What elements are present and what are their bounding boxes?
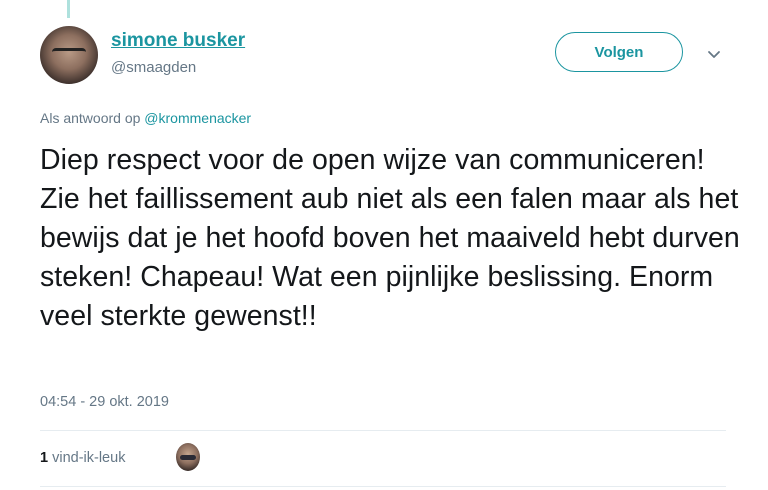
- divider: [40, 430, 726, 431]
- author-avatar[interactable]: [40, 26, 98, 84]
- thread-connector-line: [67, 0, 70, 18]
- likes-count[interactable]: 1 vind-ik-leuk: [40, 450, 125, 466]
- likes-number: 1: [40, 450, 49, 466]
- tweet-text: Diep respect voor de open wijze van comm…: [40, 144, 740, 332]
- author-name-link[interactable]: simone busker: [111, 30, 245, 52]
- likes-label: vind-ik-leuk: [52, 450, 126, 466]
- avatar-glasses: [52, 48, 86, 59]
- divider: [40, 486, 726, 487]
- tweet-timestamp[interactable]: 04:54 - 29 okt. 2019: [40, 394, 169, 410]
- follow-button[interactable]: Volgen: [555, 32, 683, 72]
- author-handle: @smaagden: [111, 59, 197, 76]
- reply-prefix: Als antwoord op: [40, 110, 141, 126]
- chevron-down-icon[interactable]: [704, 44, 724, 64]
- liker-avatar-detail: [180, 455, 196, 460]
- reply-to-handle-link[interactable]: @krommenacker: [144, 110, 251, 126]
- liker-avatar[interactable]: [176, 443, 200, 471]
- reply-context: Als antwoord op @krommenacker: [40, 110, 251, 126]
